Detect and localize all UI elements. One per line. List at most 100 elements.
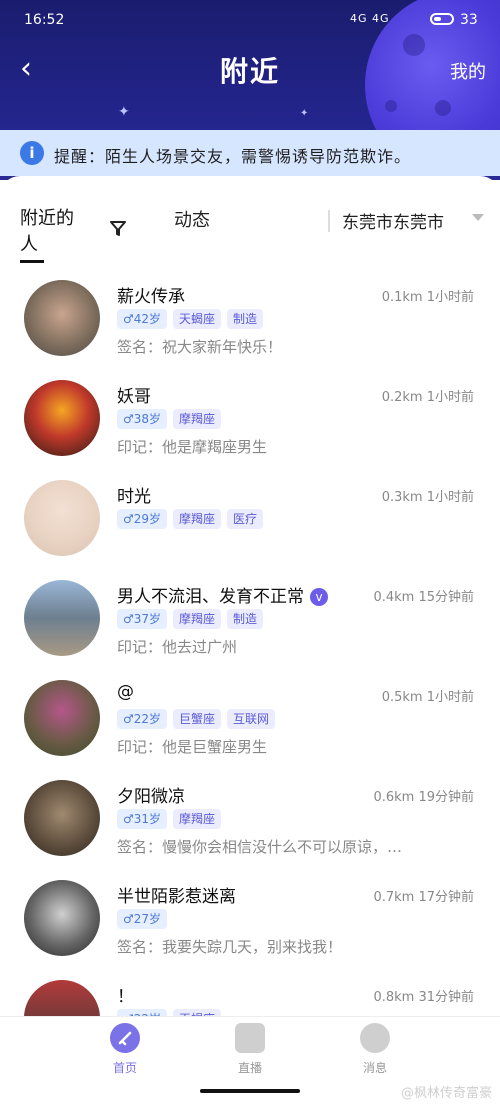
user-name: 时光 <box>117 482 151 507</box>
user-name: 妖哥 <box>117 382 151 407</box>
tag-list: ♂27岁 <box>117 908 173 929</box>
watermark: @枫林传奇富豪 <box>400 1086 492 1101</box>
avatar[interactable] <box>24 380 100 456</box>
signature-text: 签名：祝大家新年快乐！ <box>117 338 283 356</box>
signature-text: 印记：他是摩羯座男生 <box>117 438 268 456</box>
user-name: 夕阳微凉 <box>117 782 185 807</box>
nav-live-label: 直播 <box>237 1061 262 1075</box>
user-name: 半世陌影惹迷离 <box>117 882 236 907</box>
nav-message-label: 消息 <box>362 1061 387 1075</box>
user-name-text: 半世陌影惹迷离 <box>117 887 236 907</box>
list-item[interactable]: @0.5km 1小时前 ♂22岁 巨蟹座 互联网 印记：他是巨蟹座男生 <box>0 672 500 768</box>
signature-text: 签名：我要失踪几天，别来找我！ <box>117 938 343 956</box>
user-name: ！ <box>117 982 134 1007</box>
tag: 天蝎座 <box>173 309 222 329</box>
tag-list: ♂37岁 摩羯座 制造 <box>117 608 269 629</box>
list-item[interactable]: 半世陌影惹迷离 0.7km 17分钟前 ♂27岁签名：我要失踪几天，别来找我！ <box>0 872 500 968</box>
list-item[interactable]: 夕阳微凉 0.6km 19分钟前 ♂31岁 摩羯座签名：慢慢你会相信没什么不可以原谅，… <box>0 772 500 868</box>
distance-time: 0.2km 1小时前 <box>381 390 474 405</box>
tag: 医疗 <box>227 509 264 529</box>
nav-message[interactable]: 消息 <box>325 1023 425 1076</box>
distance-time: 0.8km 31分钟前 <box>373 990 474 1005</box>
chevron-down-icon[interactable] <box>472 214 484 221</box>
user-name: 男人不流泪、发育不正常 v <box>117 582 328 607</box>
list-item[interactable]: 妖哥 0.2km 1小时前 ♂38岁 摩羯座印记：他是摩羯座男生 <box>0 372 500 468</box>
filter-icon[interactable] <box>108 218 128 243</box>
user-name-text: ！ <box>117 987 134 1007</box>
distance-time: 0.6km 19分钟前 <box>373 790 474 805</box>
nav-home[interactable]: 首页 <box>75 1023 175 1076</box>
home-indicator <box>200 1089 300 1093</box>
age-tag: ♂22岁 <box>117 709 168 729</box>
user-name-text: @ <box>117 682 134 702</box>
info-icon: i <box>20 141 44 165</box>
signature-text: 印记：他是巨蟹座男生 <box>117 738 268 756</box>
tag: 摩羯座 <box>173 809 222 829</box>
signal-icon: 4G 4G <box>350 12 390 25</box>
distance-time: 0.1km 1小时前 <box>381 290 474 305</box>
tag: 互联网 <box>227 709 276 729</box>
tab-dynamic[interactable]: 动态 <box>174 206 210 232</box>
main-panel: 附近的人 动态 东莞市东莞市 薪火传承 0.1km 1小时前 ♂42岁 天蝎座 制造 签名… <box>0 176 500 1111</box>
battery-level: 33 <box>460 12 478 28</box>
list-item[interactable]: 男人不流泪、发育不正常 v 0.4km 15分钟前 ♂37岁 摩羯座 制造 印记：他去过广州 <box>0 572 500 668</box>
avatar[interactable] <box>24 880 100 956</box>
user-name: 薪火传承 <box>117 282 185 307</box>
tag-list: ♂38岁 摩羯座 <box>117 408 227 429</box>
nav-live[interactable]: 直播 <box>200 1023 300 1076</box>
user-name-text: 夕阳微凉 <box>117 787 185 807</box>
user-name-text: 薪火传承 <box>117 287 185 307</box>
distance-time: 0.3km 1小时前 <box>381 490 474 505</box>
mine-button[interactable]: 我的 <box>450 58 486 84</box>
star-icon: ✦ <box>300 108 309 119</box>
status-time: 16:52 <box>24 12 65 28</box>
avatar[interactable] <box>24 580 100 656</box>
tag-list: ♂22岁 巨蟹座 互联网 <box>117 708 281 729</box>
distance-time: 0.4km 15分钟前 <box>373 590 474 605</box>
tag-list: ♂31岁 摩羯座 <box>117 808 227 829</box>
nav-home-label: 首页 <box>112 1061 137 1075</box>
tag: 巨蟹座 <box>173 709 222 729</box>
battery-icon <box>430 13 454 25</box>
user-name: @ <box>117 682 134 702</box>
tag: 制造 <box>227 609 264 629</box>
age-tag: ♂31岁 <box>117 809 168 829</box>
signature-text: 签名：慢慢你会相信没什么不可以原谅，… <box>117 838 403 856</box>
home-icon <box>110 1023 140 1053</box>
tag: 摩羯座 <box>173 409 222 429</box>
tag-list: ♂42岁 天蝎座 制造 <box>117 308 269 329</box>
age-tag: ♂37岁 <box>117 609 168 629</box>
video-icon <box>235 1023 265 1053</box>
user-name-text: 妖哥 <box>117 387 151 407</box>
list-item[interactable]: 薪火传承 0.1km 1小时前 ♂42岁 天蝎座 制造 签名：祝大家新年快乐！ <box>0 272 500 368</box>
avatar[interactable] <box>24 680 100 756</box>
user-name-text: 时光 <box>117 487 151 507</box>
page-title: 附近 <box>219 55 280 88</box>
status-bar: 16:52 4G 4G 33 <box>0 0 500 40</box>
tag: 摩羯座 <box>173 509 222 529</box>
avatar[interactable] <box>24 280 100 356</box>
tag-list: ♂29岁 摩羯座 医疗 <box>117 508 269 529</box>
divider <box>328 210 330 232</box>
distance-time: 0.5km 1小时前 <box>381 690 474 705</box>
signature-text: 印记：他去过广州 <box>117 638 238 656</box>
tab-nearby[interactable]: 附近的人 <box>20 206 90 258</box>
user-name-text: 男人不流泪、发育不正常 <box>117 587 304 607</box>
list-item[interactable]: 时光 0.3km 1小时前 ♂29岁 摩羯座 医疗 <box>0 472 500 568</box>
avatar[interactable] <box>24 780 100 856</box>
avatar[interactable] <box>24 480 100 556</box>
distance-time: 0.7km 17分钟前 <box>373 890 474 905</box>
age-tag: ♂29岁 <box>117 509 168 529</box>
age-tag: ♂27岁 <box>117 909 168 929</box>
notice-text: 提醒：陌生人场景交友，需警惕诱导防范欺诈。 <box>54 147 412 166</box>
safety-notice: i 提醒：陌生人场景交友，需警惕诱导防范欺诈。 <box>0 130 500 176</box>
age-tag: ♂42岁 <box>117 309 168 329</box>
verified-badge-icon: v <box>310 588 328 606</box>
message-icon <box>360 1023 390 1053</box>
tag: 制造 <box>227 309 264 329</box>
city-selector[interactable]: 东莞市东莞市 <box>342 208 444 233</box>
star-icon: ✦ <box>118 104 130 120</box>
tab-underline <box>20 260 44 263</box>
age-tag: ♂38岁 <box>117 409 168 429</box>
tag: 摩羯座 <box>173 609 222 629</box>
